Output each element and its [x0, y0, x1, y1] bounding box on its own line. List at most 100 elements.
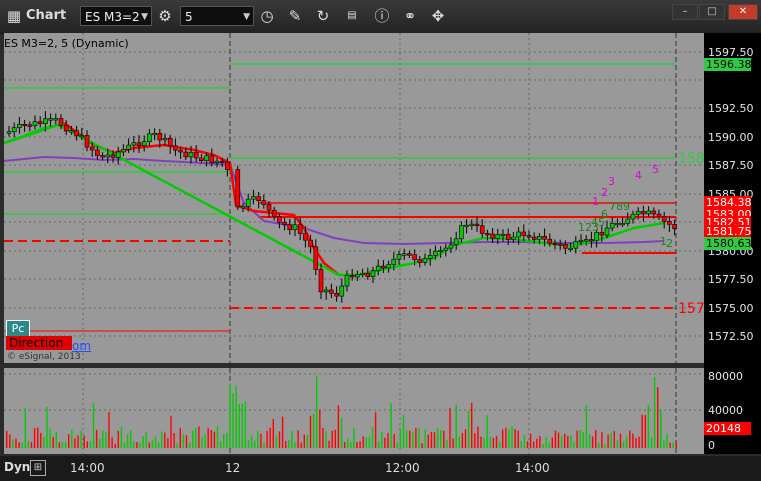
volume-bar	[591, 436, 594, 448]
volume-bar	[399, 429, 402, 448]
time-tick: 12	[225, 461, 241, 475]
volume-bar	[480, 436, 482, 448]
candle-body	[193, 152, 199, 159]
direction-label: Direction	[6, 336, 72, 350]
maximize-button[interactable]: □	[699, 4, 725, 20]
candle-body	[11, 127, 17, 133]
level-label-lower: 157	[678, 301, 704, 317]
volume-bar	[477, 426, 479, 448]
candle-body	[323, 289, 329, 293]
volume-bar	[328, 440, 330, 448]
volume-bar	[83, 435, 85, 448]
clock-icon[interactable]: ◷	[257, 6, 277, 26]
pc-button[interactable]: Pc	[6, 320, 30, 337]
volume-bar	[89, 441, 92, 448]
gear-icon[interactable]: ⚙	[155, 6, 175, 26]
candle-body	[620, 222, 625, 226]
volume-bar	[542, 443, 544, 448]
volume-bar	[6, 430, 8, 448]
volume-bar	[250, 435, 253, 448]
volume-bar	[291, 430, 293, 448]
candle-body	[209, 155, 215, 164]
volume-bar	[347, 438, 349, 448]
candle-body	[360, 272, 365, 276]
interval-select[interactable]: 5 ▼	[180, 6, 254, 26]
quote-icon[interactable]: ▤	[342, 6, 362, 26]
om-link[interactable]: om	[72, 339, 91, 353]
volume-bar	[201, 436, 203, 448]
candle-body	[131, 142, 137, 146]
candle-body	[651, 210, 657, 215]
dyn-label: Dyn	[4, 460, 31, 474]
candle-body	[136, 142, 142, 147]
candle-body	[485, 233, 490, 236]
volume-bar	[260, 433, 262, 448]
candle-body	[282, 221, 287, 225]
link-icon[interactable]: ⚭	[400, 6, 420, 26]
candle-body	[74, 130, 79, 137]
candle-body	[453, 238, 459, 246]
volume-bar	[278, 431, 281, 448]
volume-bar	[266, 430, 268, 448]
candle-body	[303, 233, 308, 241]
pencil-icon[interactable]: ✎	[285, 6, 305, 26]
volume-bar	[412, 432, 414, 448]
chevron-down-icon: ▼	[243, 12, 250, 22]
symbol-select[interactable]: ES M3=2 ▼	[80, 6, 152, 26]
volume-bar	[244, 401, 247, 448]
volume-bar	[285, 440, 287, 448]
candle-body	[537, 236, 542, 240]
candle-body	[370, 270, 376, 277]
move-icon[interactable]: ✥	[428, 6, 448, 26]
volume-bar	[415, 427, 417, 448]
candle-body	[318, 269, 324, 293]
time-axis[interactable]: Dyn ⊞ 14:00 12 12:00 14:00	[0, 456, 761, 481]
volume-bar	[505, 427, 507, 448]
candle-body	[526, 235, 532, 238]
ma-purple	[3, 155, 665, 246]
candle-body	[157, 132, 163, 141]
candle-body	[245, 198, 251, 207]
candle-body	[563, 244, 568, 249]
candle-body	[505, 233, 511, 240]
volume-bar	[545, 436, 547, 448]
price-pane[interactable]: 158 157 1 2 3 4 5 123 45 6 789 1 2	[3, 33, 705, 363]
candle-body	[433, 250, 438, 256]
volume-bar	[436, 428, 439, 448]
close-button[interactable]: ✕	[728, 4, 758, 20]
volume-pane[interactable]	[4, 368, 704, 454]
info-icon[interactable]: ⓘ	[372, 6, 392, 26]
price-tag: 1580.63	[704, 237, 752, 250]
candle-body	[417, 259, 423, 263]
volume-bar	[424, 429, 426, 448]
time-tick: 14:00	[515, 461, 550, 475]
volume-bar	[511, 426, 513, 448]
candle-body	[204, 155, 209, 162]
volume-bar	[585, 405, 588, 448]
candle-body	[43, 118, 48, 124]
volume-tick: 0	[708, 439, 715, 452]
volume-bar	[126, 433, 129, 448]
candle-body	[69, 130, 74, 133]
candle-body	[261, 200, 267, 205]
volume-bar	[598, 443, 600, 448]
volume-bar	[635, 438, 637, 448]
minimize-button[interactable]: –	[672, 4, 698, 20]
candle-body	[464, 224, 469, 227]
candle-body	[635, 211, 641, 215]
candle-body	[599, 232, 605, 236]
candle-body	[152, 132, 157, 136]
refresh-icon[interactable]: ↻	[313, 6, 333, 26]
chart-grid-icon[interactable]: ▦	[4, 6, 24, 26]
lock-icon[interactable]: ⊞	[30, 460, 46, 476]
volume-bar	[672, 442, 674, 448]
volume-bar	[151, 440, 154, 448]
candle-body	[27, 124, 33, 127]
volume-bar	[95, 429, 98, 448]
price-tick: 1590.00	[708, 131, 754, 144]
volume-bar	[576, 430, 578, 448]
time-tick: 12:00	[385, 461, 420, 475]
volume-bar	[387, 432, 389, 448]
volume-bar	[390, 403, 392, 448]
volume-bar	[334, 429, 336, 448]
